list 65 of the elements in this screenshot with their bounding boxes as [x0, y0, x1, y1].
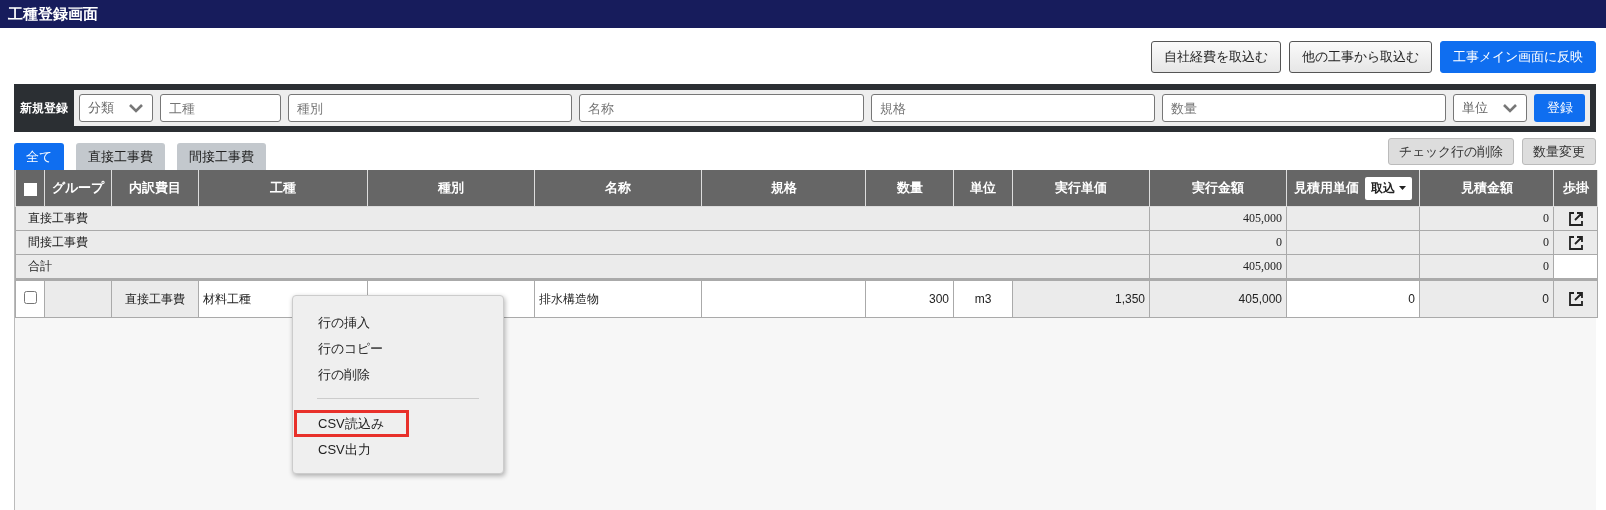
table-cell: 0 [1276, 235, 1282, 249]
select-all-checkbox[interactable] [23, 182, 37, 196]
row-checkbox[interactable] [23, 291, 37, 304]
external-link-icon[interactable] [1566, 233, 1585, 252]
input-field[interactable]: 工種 [160, 94, 281, 122]
menu-item[interactable]: 行の削除 [318, 367, 370, 382]
table-cell: 300 [928, 292, 949, 306]
column-header: グループ [52, 180, 104, 195]
input-field[interactable]: 種別 [288, 94, 573, 122]
table-action-button[interactable]: 数量変更 [1522, 138, 1596, 165]
select-field[interactable]: 分類 [79, 94, 153, 122]
column-header: 単位 [970, 180, 996, 195]
select-placeholder: 単位 [1462, 99, 1488, 117]
table-cell: 405,000 [1243, 259, 1282, 273]
table-cell: 0 [1543, 211, 1549, 225]
table-cell: 1,350 [1114, 292, 1145, 306]
column-header: 内訳費目 [129, 180, 181, 195]
action-button[interactable]: 自社経費を取込む [1151, 41, 1281, 73]
column-header: 種別 [438, 180, 464, 195]
summary-label: 合計 [28, 259, 52, 273]
tab[interactable]: 全て [14, 143, 64, 170]
chevron-icon [1502, 101, 1518, 115]
table-cell: 405,000 [1243, 211, 1282, 225]
window-title: 工種登録画面 [8, 5, 98, 22]
column-header: 歩掛 [1562, 180, 1589, 195]
select-field[interactable]: 単位 [1453, 94, 1527, 122]
summary-label: 直接工事費 [28, 211, 88, 225]
entry-label: 新規登録 [20, 99, 68, 117]
column-header: 工種 [270, 180, 296, 195]
chevron-icon [128, 101, 144, 115]
table-cell: 0 [1543, 235, 1549, 249]
input-field[interactable]: 規格 [870, 94, 1155, 122]
table-cell: 405,000 [1238, 292, 1282, 306]
select-placeholder: 分類 [88, 99, 114, 117]
external-link-icon[interactable] [1566, 209, 1585, 228]
input-field[interactable]: 名称 [579, 94, 864, 122]
tab[interactable]: 間接工事費 [177, 143, 266, 170]
column-header: 見積用単価 [1294, 179, 1359, 195]
summary-label: 間接工事費 [28, 235, 88, 249]
register-button[interactable]: 登録 [1534, 94, 1585, 122]
header-dropdown[interactable]: 取込 [1365, 176, 1412, 200]
price-input[interactable]: 0 [1408, 292, 1415, 306]
column-header: 規格 [770, 180, 797, 195]
tab[interactable]: 直接工事費 [76, 143, 165, 170]
action-button[interactable]: 工事メイン画面に反映 [1440, 41, 1596, 73]
table-cell: 排水構造物 [539, 291, 599, 306]
input-field[interactable]: 数量 [1161, 94, 1446, 122]
table-cell: 0 [1542, 292, 1549, 306]
caret-icon [1399, 186, 1406, 190]
external-link-icon[interactable] [1566, 290, 1585, 308]
table-cell: 0 [1543, 259, 1549, 273]
menu-item[interactable]: 行の挿入 [318, 315, 370, 330]
action-button[interactable]: 他の工事から取込む [1289, 41, 1432, 73]
column-header: 実行金額 [1192, 180, 1244, 195]
menu-item[interactable]: CSV出力 [318, 442, 371, 457]
column-header: 実行単価 [1055, 180, 1107, 195]
menu-item[interactable]: CSV読込み [297, 413, 406, 434]
column-header: 数量 [896, 180, 923, 195]
table-cell: 直接工事費 [125, 291, 185, 306]
table-cell: m3 [974, 292, 992, 306]
table-cell: 材料工種 [203, 291, 251, 306]
table-action-button[interactable]: チェック行の削除 [1388, 138, 1514, 165]
column-header: 見積金額 [1460, 180, 1513, 195]
menu-item[interactable]: 行のコピー [318, 341, 383, 356]
column-header: 名称 [605, 180, 631, 195]
